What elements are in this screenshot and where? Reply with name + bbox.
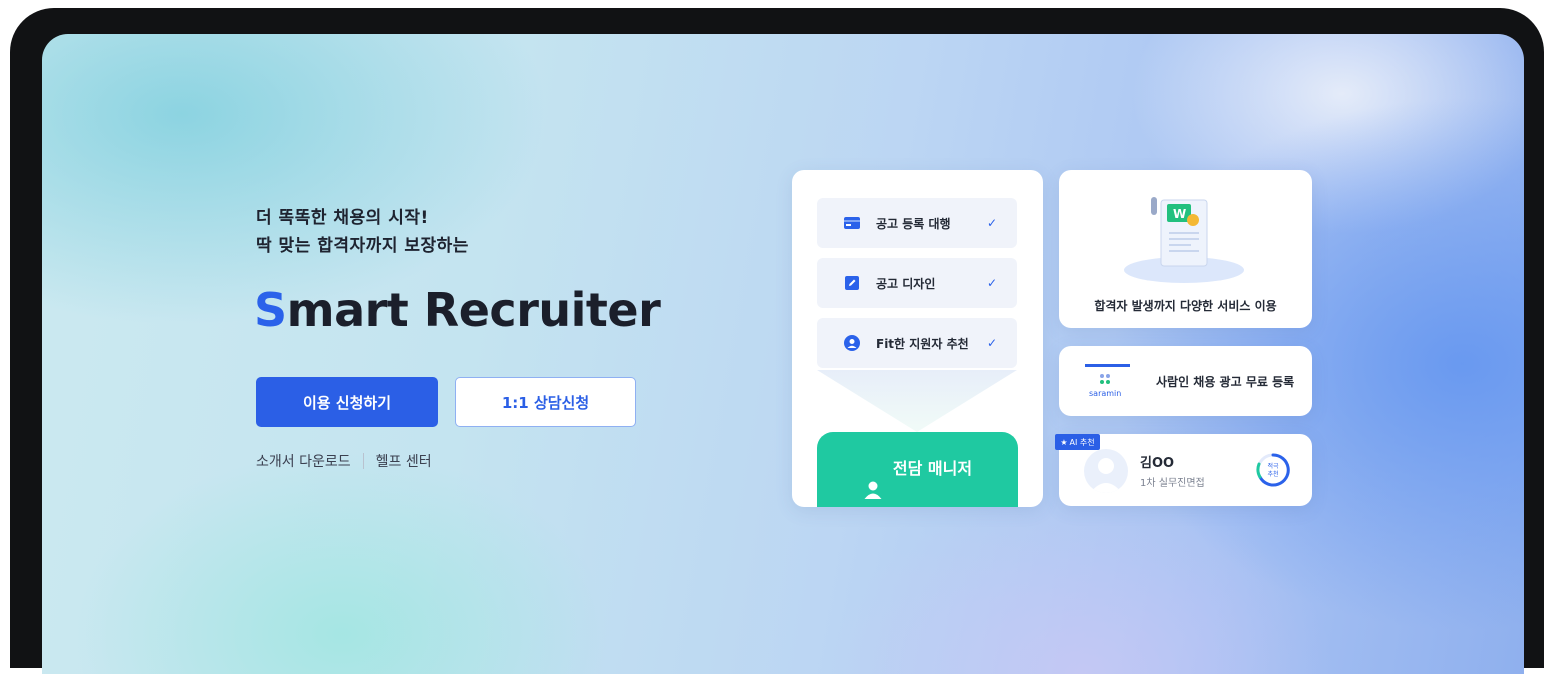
service-card: 공고 등록 대행 ✓ 공고 디자인 ✓ Fit한 지원자 추천 ✓ 전담 매니저 [792,170,1043,507]
check-icon: ✓ [987,276,998,290]
service-item-design: 공고 디자인 ✓ [817,258,1017,308]
card-icon [844,215,860,231]
recommend-ring: 적극 추천 [1256,453,1290,487]
service-item-posting: 공고 등록 대행 ✓ [817,198,1017,248]
service-item-label: 공고 디자인 [876,276,936,291]
candidate-name: 김OO [1140,456,1175,471]
person-icon [863,458,883,507]
apply-button[interactable]: 이용 신청하기 [256,377,438,427]
avatar [1084,449,1128,493]
tagline-line-2: 딱 맞는 합격자까지 보장하는 [256,236,469,256]
tagline-line-1: 더 똑똑한 채용의 시작! [256,208,429,228]
manager-label: 전담 매니저 [892,459,973,478]
services-card: W 합격자 발생까지 다양한 서비스 이용 [1059,170,1312,328]
services-caption: 합격자 발생까지 다양한 서비스 이용 [1094,299,1277,313]
saramin-logo: saramin [1085,364,1130,400]
service-item-label: 공고 등록 대행 [876,216,951,231]
consult-button[interactable]: 1:1 상담신청 [455,377,636,427]
service-item-recommend: Fit한 지원자 추천 ✓ [817,318,1017,368]
funnel-shape [817,370,1017,432]
saramin-card: saramin 사람인 채용 광고 무료 등록 [1059,346,1312,416]
help-center-link[interactable]: 헬프 센터 [376,451,432,471]
candidate-stage: 1차 실무진면접 [1140,478,1205,489]
ai-recommend-badge: ★ AI 추천 [1055,434,1100,450]
brand-logo-text: mart Recruiter [286,283,661,337]
dedicated-manager: 전담 매니저 [817,432,1018,507]
svg-text:W: W [1173,207,1186,221]
download-brochure-link[interactable]: 소개서 다운로드 [256,451,351,471]
check-icon: ✓ [987,216,998,230]
check-icon: ✓ [987,336,998,350]
brand-logo: Smart Recruiter [254,283,661,337]
svg-text:적극: 적극 [1267,463,1279,470]
saramin-label: 사람인 채용 광고 무료 등록 [1156,375,1295,389]
hero-tagline: 더 똑똑한 채용의 시작! 딱 맞는 합격자까지 보장하는 [256,204,469,260]
svg-text:saramin: saramin [1089,389,1121,398]
svg-text:추천: 추천 [1267,470,1278,478]
brand-logo-s: S [254,283,287,337]
ai-badge-label: AI 추천 [1069,437,1095,447]
hero-links: 소개서 다운로드 헬프 센터 [256,451,432,471]
service-item-label: Fit한 지원자 추천 [876,336,969,351]
pencil-icon [844,275,860,291]
document-illustration: W [1124,197,1244,283]
user-icon [844,335,860,351]
link-divider [362,453,364,469]
star-icon: ★ [1060,437,1068,447]
